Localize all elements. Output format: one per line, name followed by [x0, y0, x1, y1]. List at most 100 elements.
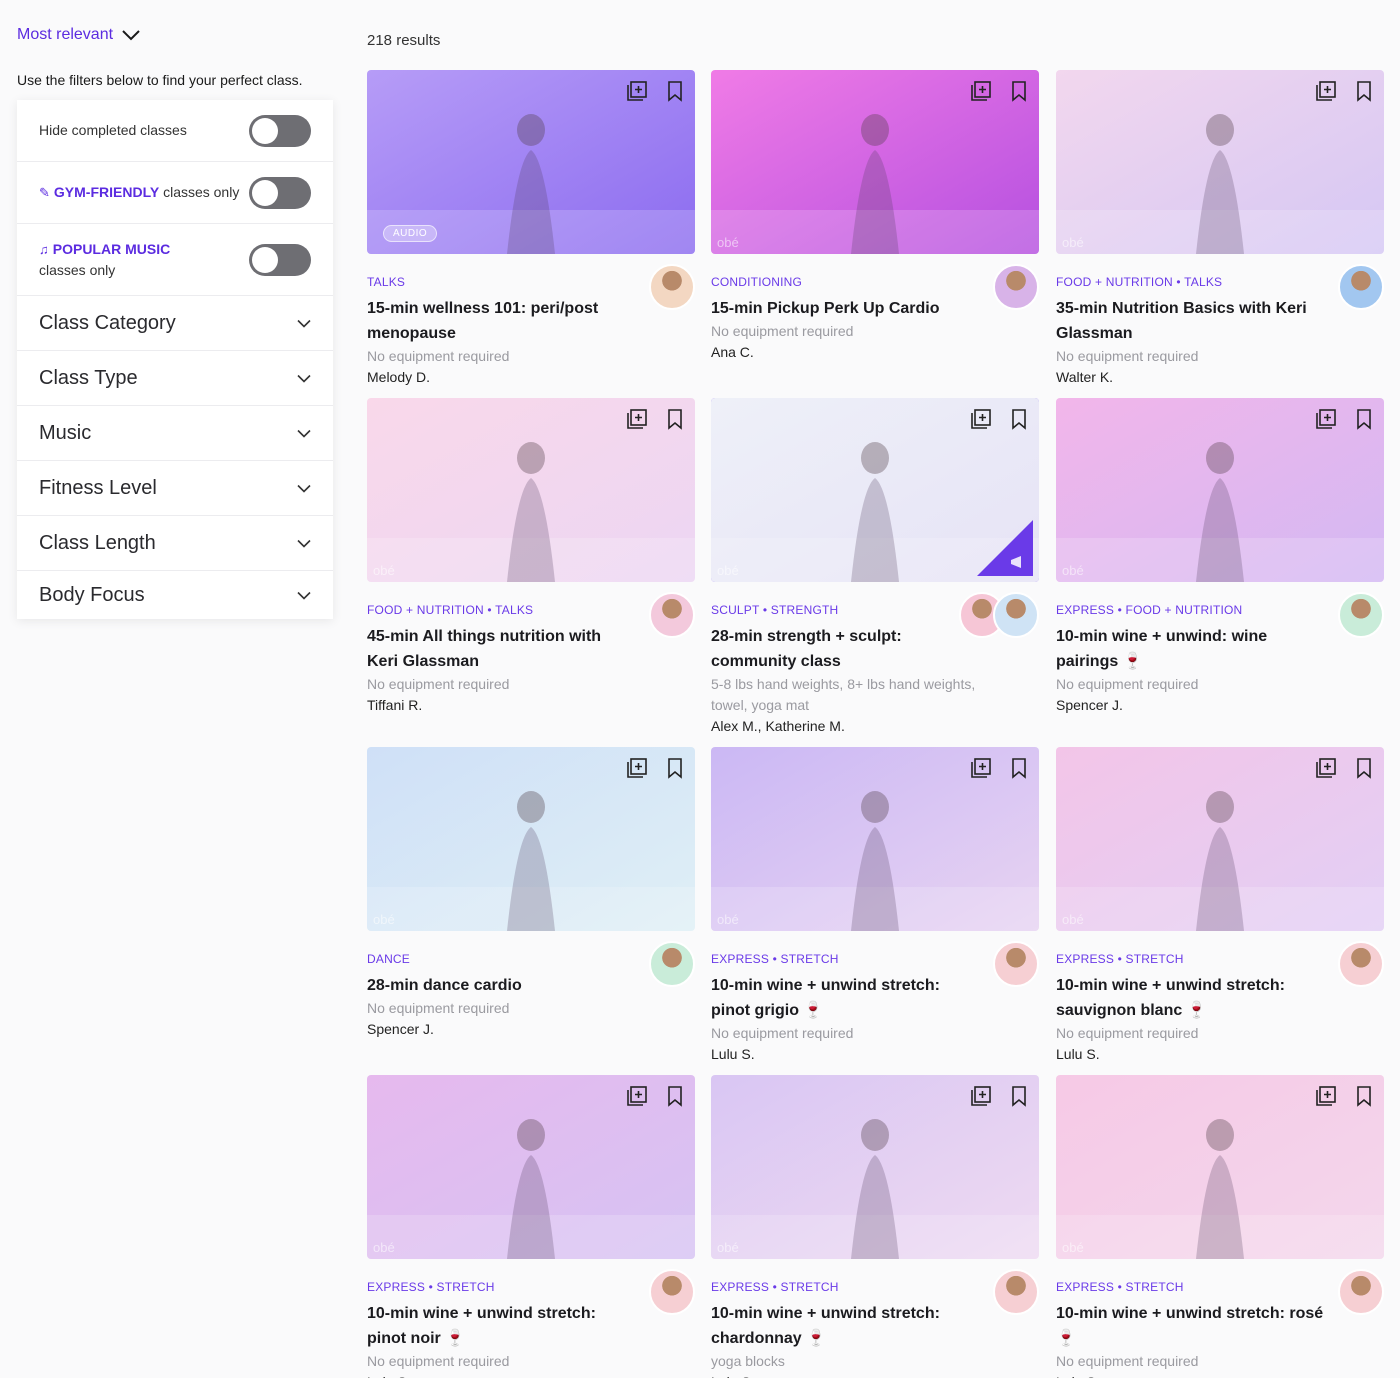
- class-equipment: No equipment required: [711, 1025, 854, 1041]
- bookmark-icon[interactable]: [1007, 79, 1031, 103]
- class-title[interactable]: 15-min Pickup Perk Up Cardio: [711, 296, 979, 321]
- class-category: EXPRESS • STRETCH: [711, 952, 839, 966]
- bookmark-icon[interactable]: [663, 1084, 687, 1108]
- filters-hint: Use the filters below to find your perfe…: [17, 72, 303, 88]
- bookmark-icon[interactable]: [1007, 407, 1031, 431]
- class-title[interactable]: 35-min Nutrition Basics with Keri Glassm…: [1056, 296, 1324, 346]
- class-card[interactable]: obé EXPRESS • STRETCH 10-min wine + unwind…: [711, 747, 1039, 1065]
- class-title[interactable]: 10-min wine + unwind stretch: chardonnay…: [711, 1301, 979, 1351]
- add-to-playlist-icon[interactable]: [969, 79, 993, 103]
- class-thumbnail[interactable]: obé: [711, 398, 1039, 582]
- class-card[interactable]: obé SCULPT • STRENGTH 28-min strength + sc…: [711, 398, 1039, 737]
- instructor-avatars: [1338, 592, 1384, 638]
- instructor-avatar[interactable]: [993, 592, 1039, 638]
- class-card[interactable]: obé DANCE 28-min dance cardio No equipment …: [367, 747, 695, 1040]
- bookmark-icon[interactable]: [1007, 1084, 1031, 1108]
- class-card[interactable]: obé EXPRESS • STRETCH 10-min wine + unwind…: [1056, 747, 1384, 1065]
- add-to-playlist-icon[interactable]: [1314, 1084, 1338, 1108]
- add-to-playlist-icon[interactable]: [1314, 756, 1338, 780]
- add-to-playlist-icon[interactable]: [969, 756, 993, 780]
- popular-music-toggle[interactable]: [249, 243, 311, 276]
- class-thumbnail[interactable]: obé: [711, 70, 1039, 254]
- filter-accordion[interactable]: Music: [17, 406, 333, 461]
- instructor-avatar[interactable]: [993, 941, 1039, 987]
- instructor-avatar[interactable]: [649, 592, 695, 638]
- bookmark-icon[interactable]: [663, 79, 687, 103]
- bookmark-icon[interactable]: [1007, 756, 1031, 780]
- bookmark-icon[interactable]: [663, 756, 687, 780]
- filter-accordion-label: Body Focus: [39, 583, 145, 606]
- filter-accordion[interactable]: Class Type: [17, 351, 333, 406]
- instructor-avatar[interactable]: [1338, 1269, 1384, 1315]
- chevron-down-icon: [297, 429, 311, 438]
- instructor-avatars: [993, 1269, 1039, 1315]
- class-thumbnail[interactable]: obé: [367, 398, 695, 582]
- class-card[interactable]: obé CONDITIONING 15-min Pickup Perk Up Car…: [711, 70, 1039, 363]
- add-to-playlist-icon[interactable]: [625, 1084, 649, 1108]
- class-title[interactable]: 28-min dance cardio: [367, 973, 635, 998]
- add-to-playlist-icon[interactable]: [1314, 79, 1338, 103]
- accordion-list: Class Category Class Type Music Fitness Lev…: [17, 296, 333, 619]
- sort-dropdown[interactable]: Most relevant: [17, 26, 141, 44]
- class-title[interactable]: 10-min wine + unwind stretch: sauvignon …: [1056, 973, 1324, 1023]
- filter-accordion[interactable]: Fitness Level: [17, 461, 333, 516]
- instructor-avatar[interactable]: [649, 1269, 695, 1315]
- add-to-playlist-icon[interactable]: [969, 407, 993, 431]
- class-thumbnail[interactable]: obé: [1056, 70, 1384, 254]
- instructor-avatar[interactable]: [1338, 592, 1384, 638]
- class-thumbnail[interactable]: obé: [711, 747, 1039, 931]
- filter-accordion[interactable]: Body Focus: [17, 571, 333, 619]
- bookmark-icon[interactable]: [1352, 407, 1376, 431]
- instructor-avatars: [649, 1269, 695, 1315]
- bookmark-icon[interactable]: [1352, 756, 1376, 780]
- add-to-playlist-icon[interactable]: [969, 1084, 993, 1108]
- filter-accordion[interactable]: Class Category: [17, 296, 333, 351]
- instructor-avatar[interactable]: [1338, 264, 1384, 310]
- class-title[interactable]: 15-min wellness 101: peri/post menopause: [367, 296, 635, 346]
- results-count: 218 results: [367, 32, 441, 49]
- instructor-avatar[interactable]: [649, 264, 695, 310]
- class-thumbnail[interactable]: obé: [367, 747, 695, 931]
- instructor-avatar[interactable]: [1338, 941, 1384, 987]
- instructor-avatar[interactable]: [993, 264, 1039, 310]
- add-to-playlist-icon[interactable]: [625, 756, 649, 780]
- class-card[interactable]: obé EXPRESS • STRETCH 10-min wine + unwind…: [711, 1075, 1039, 1378]
- gym-friendly-toggle[interactable]: [249, 176, 311, 209]
- class-thumbnail[interactable]: AUDIO: [367, 70, 695, 254]
- class-thumbnail[interactable]: obé: [711, 1075, 1039, 1259]
- class-thumbnail[interactable]: obé: [367, 1075, 695, 1259]
- class-title[interactable]: 10-min wine + unwind stretch: rosé 🍷: [1056, 1301, 1324, 1351]
- class-thumbnail[interactable]: obé: [1056, 398, 1384, 582]
- add-to-playlist-icon[interactable]: [625, 407, 649, 431]
- bookmark-icon[interactable]: [1352, 1084, 1376, 1108]
- class-card[interactable]: obé FOOD + NUTRITION • TALKS 35-min Nutrit…: [1056, 70, 1384, 388]
- filter-accordion[interactable]: Class Length: [17, 516, 333, 571]
- class-card[interactable]: obé EXPRESS • STRETCH 10-min wine + unwind…: [1056, 1075, 1384, 1378]
- filter-accordion-label: Class Length: [39, 531, 156, 554]
- class-thumbnail[interactable]: obé: [1056, 747, 1384, 931]
- audio-badge: AUDIO: [383, 225, 438, 242]
- instructor-avatar[interactable]: [649, 941, 695, 987]
- class-card[interactable]: obé EXPRESS • FOOD + NUTRITION 10-min wine…: [1056, 398, 1384, 716]
- class-thumbnail[interactable]: obé: [1056, 1075, 1384, 1259]
- popular-music-label: ♫ POPULAR MUSIC classes only: [39, 239, 170, 281]
- bookmark-icon[interactable]: [663, 407, 687, 431]
- class-instructor: Tiffani R.: [367, 697, 423, 713]
- class-title[interactable]: 45-min All things nutrition with Keri Gl…: [367, 624, 635, 674]
- class-title[interactable]: 10-min wine + unwind stretch: pinot noir…: [367, 1301, 635, 1351]
- class-title[interactable]: 10-min wine + unwind stretch: pinot grig…: [711, 973, 979, 1023]
- add-to-playlist-icon[interactable]: [625, 79, 649, 103]
- music-note-icon: ♫: [39, 241, 49, 257]
- bookmark-icon[interactable]: [1352, 79, 1376, 103]
- class-card[interactable]: obé EXPRESS • STRETCH 10-min wine + unwind…: [367, 1075, 695, 1378]
- class-category: EXPRESS • STRETCH: [1056, 1280, 1184, 1294]
- hide-completed-toggle[interactable]: [249, 114, 311, 147]
- class-title[interactable]: 28-min strength + sculpt: community clas…: [711, 624, 979, 674]
- class-title[interactable]: 10-min wine + unwind: wine pairings 🍷: [1056, 624, 1324, 674]
- class-instructor: Lulu S.: [367, 1372, 635, 1378]
- class-card[interactable]: obé FOOD + NUTRITION • TALKS 45-min All th…: [367, 398, 695, 716]
- class-card[interactable]: AUDIO TALKS 15-min wellness 101: peri/post…: [367, 70, 695, 388]
- instructor-avatar[interactable]: [993, 1269, 1039, 1315]
- add-to-playlist-icon[interactable]: [1314, 407, 1338, 431]
- class-instructor: Walter K.: [1056, 369, 1114, 385]
